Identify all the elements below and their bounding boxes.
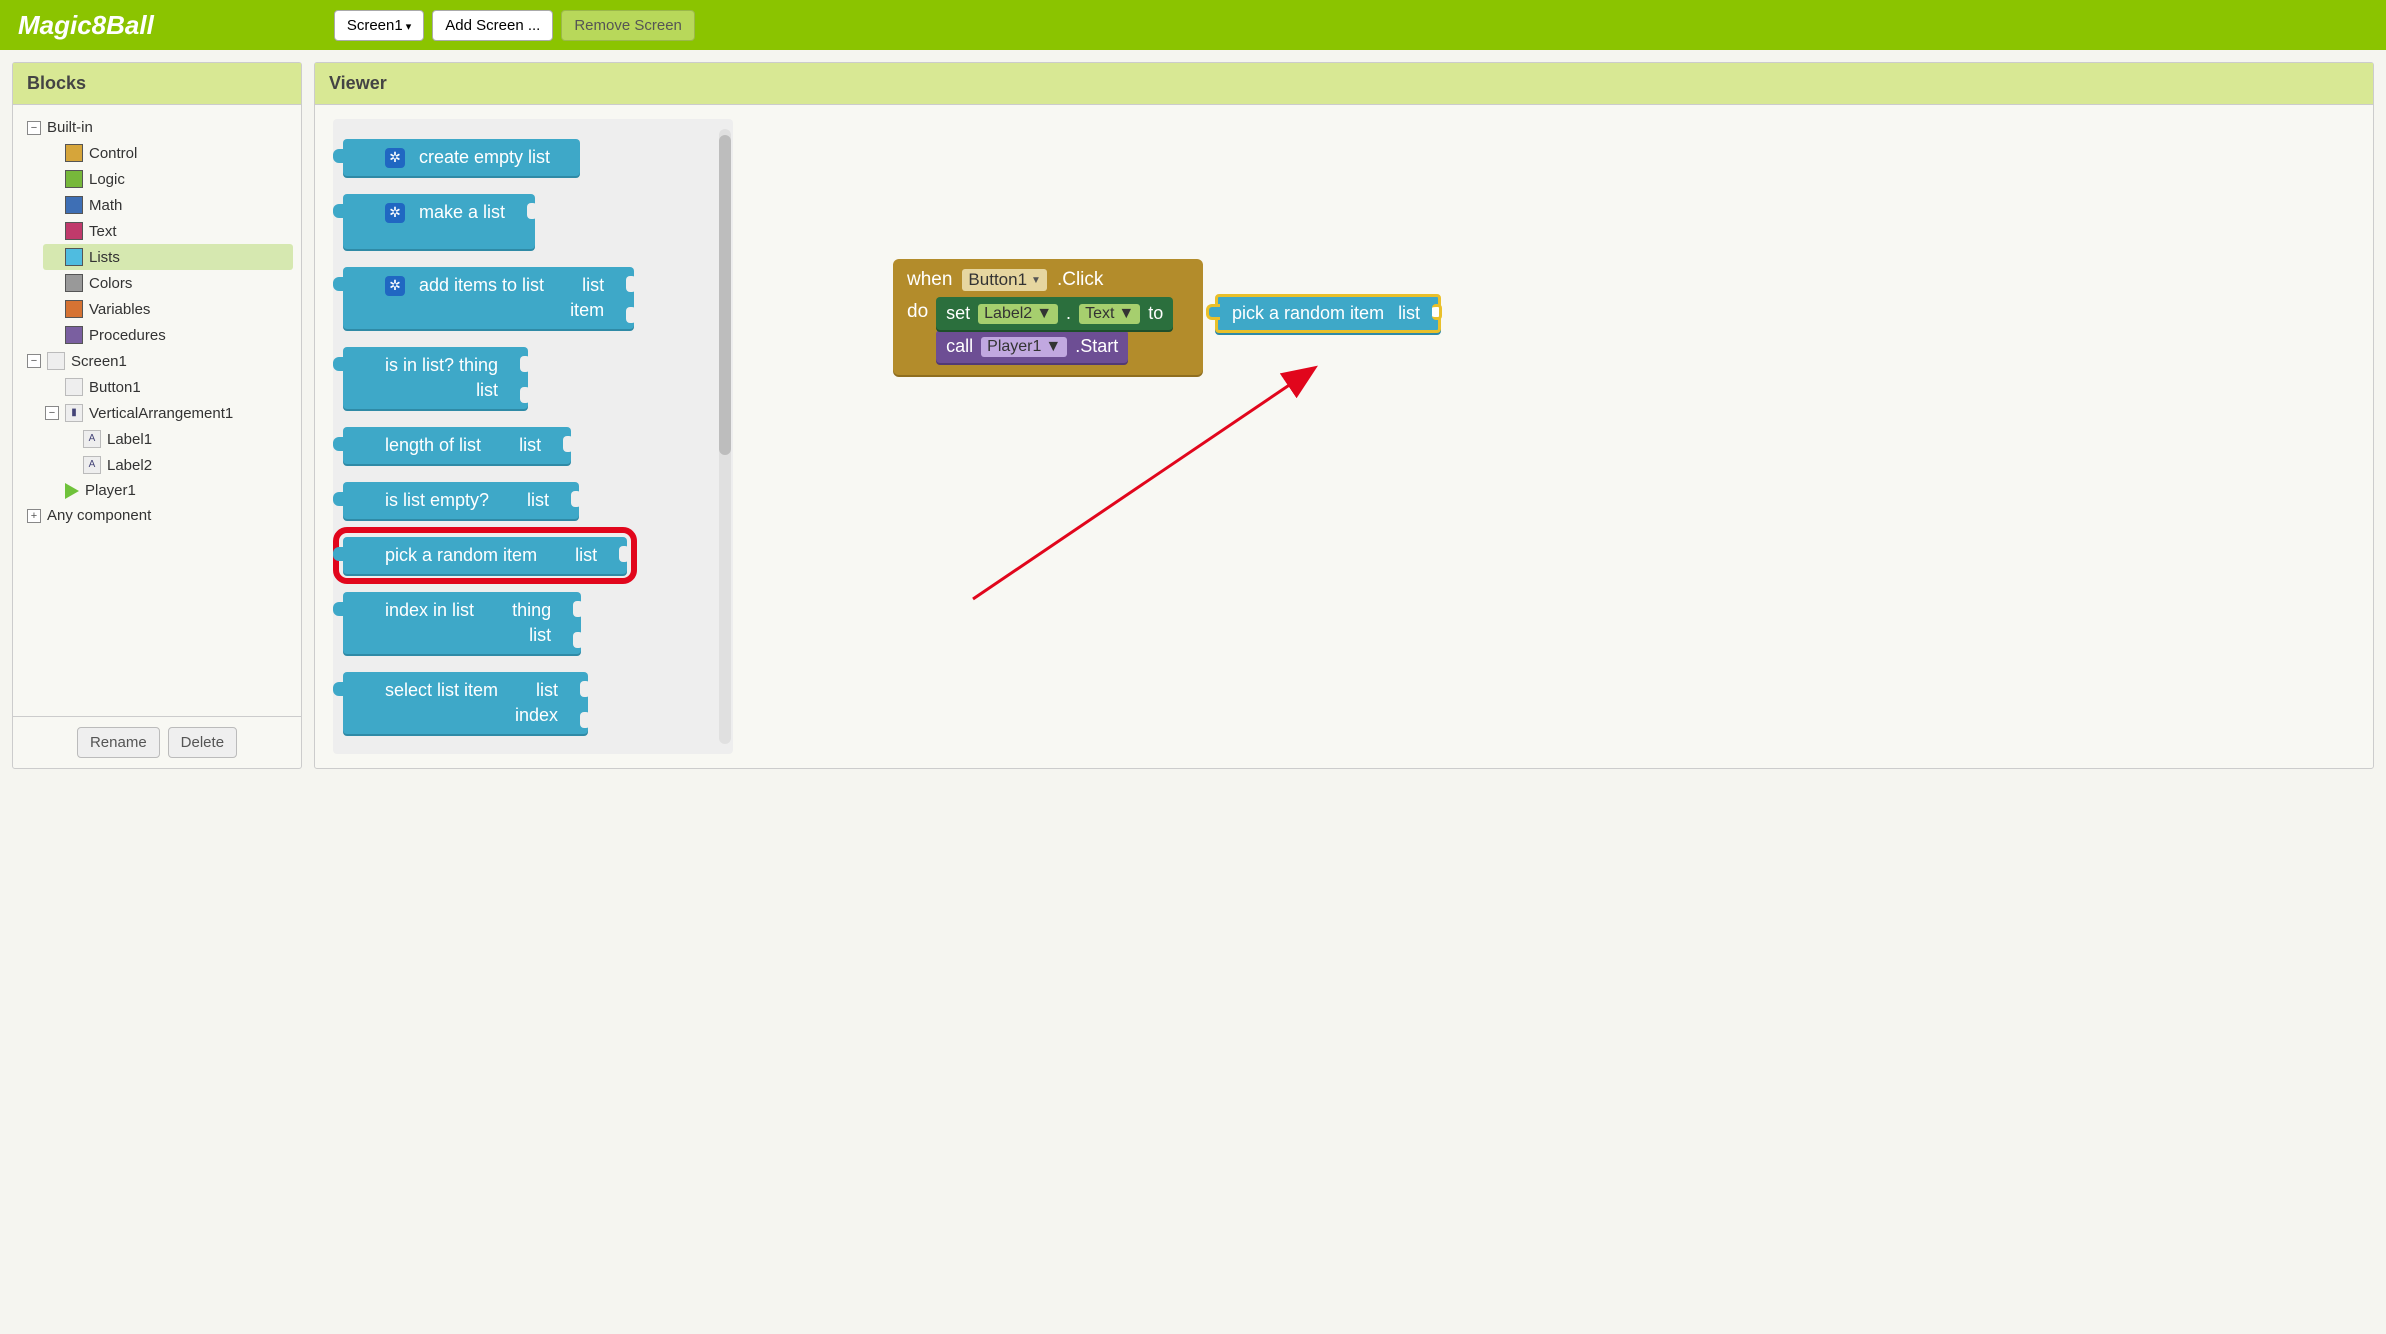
chevron-down-icon: ▼ [1036,305,1052,323]
block-index-in-list[interactable]: index in list thing list [343,592,581,654]
tree-vertical[interactable]: −▮VerticalArrangement1 [43,400,293,426]
component-dropdown[interactable]: Player1▼ [981,337,1067,357]
tree-lists[interactable]: Lists [43,244,293,270]
gear-icon[interactable] [385,203,405,223]
block-is-list-empty[interactable]: is list empty? list [343,482,579,519]
tree-colors[interactable]: Colors [43,270,293,296]
expander-icon[interactable]: + [27,509,41,523]
component-dropdown[interactable]: Label2▼ [978,304,1058,324]
button-icon [65,378,83,396]
block-select-list-item[interactable]: select list item list index [343,672,588,734]
chevron-down-icon: ▼ [1118,305,1134,323]
layout-icon: ▮ [65,404,83,422]
swatch-icon [65,144,83,162]
do-label: do [907,297,928,363]
app-title: Magic8Ball [18,10,154,41]
swatch-icon [65,248,83,266]
set-block[interactable]: set Label2▼ . Text▼ to [936,297,1173,330]
swatch-icon [65,300,83,318]
swatch-icon [65,274,83,292]
delete-button[interactable]: Delete [168,727,237,758]
viewer-panel: Viewer create empty list make a list add… [314,62,2374,769]
tree-procedures[interactable]: Procedures [43,322,293,348]
screen-icon [47,352,65,370]
tree-builtin[interactable]: − Built-in [25,115,293,140]
blocks-panel: Blocks − Built-in Control Logic Math Tex… [12,62,302,769]
expander-icon[interactable]: − [27,121,41,135]
block-pick-random-item[interactable]: pick a random item list [343,537,627,574]
block-add-items-to-list[interactable]: add items to list list item [343,267,634,329]
swatch-icon [65,222,83,240]
swatch-icon [65,326,83,344]
swatch-icon [65,196,83,214]
tree-logic[interactable]: Logic [43,166,293,192]
tree-label1[interactable]: ALabel1 [61,426,293,452]
tree-variables[interactable]: Variables [43,296,293,322]
blocks-header: Blocks [13,63,301,105]
viewer-header: Viewer [315,63,2373,105]
tree-math[interactable]: Math [43,192,293,218]
remove-screen-button[interactable]: Remove Screen [561,10,695,41]
call-block[interactable]: call Player1▼ .Start [936,330,1128,363]
add-screen-button[interactable]: Add Screen ... [432,10,553,41]
tree-control[interactable]: Control [43,140,293,166]
tree-label: Built-in [47,119,93,136]
label-icon: A [83,430,101,448]
block-create-empty-list[interactable]: create empty list [343,139,580,176]
expander-icon[interactable]: − [45,406,59,420]
chevron-down-icon: ▼ [1031,275,1041,286]
blocks-tree: − Built-in Control Logic Math Text Lists… [13,105,301,716]
swatch-icon [65,170,83,188]
tree-screen1[interactable]: − Screen1 [25,348,293,374]
block-is-in-list[interactable]: is in list? thing list [343,347,528,409]
tree-button1[interactable]: Button1 [43,374,293,400]
block-pick-random-item-attached[interactable]: pick a random item list [1215,294,1441,333]
scroll-thumb[interactable] [719,135,731,455]
main: Blocks − Built-in Control Logic Math Tex… [0,50,2386,781]
property-dropdown[interactable]: Text▼ [1079,304,1140,324]
event-block-when-button1-click[interactable]: when Button1▼ .Click do set Label2▼ . Te… [893,259,1203,375]
top-bar: Magic8Ball Screen1 Add Screen ... Remove… [0,0,2386,50]
rename-button[interactable]: Rename [77,727,160,758]
screen-dropdown[interactable]: Screen1 [334,10,424,41]
label-icon: A [83,456,101,474]
tree-any-component[interactable]: + Any component [25,503,293,528]
workspace[interactable]: when Button1▼ .Click do set Label2▼ . Te… [773,119,2355,754]
tree-player1[interactable]: Player1 [43,478,293,503]
viewer-body: create empty list make a list add items … [315,105,2373,768]
play-icon [65,483,79,499]
topbar-buttons: Screen1 Add Screen ... Remove Screen [334,10,695,41]
flyout-scrollbar[interactable] [719,129,731,744]
blocks-footer: Rename Delete [13,716,301,768]
gear-icon[interactable] [385,276,405,296]
tree-text[interactable]: Text [43,218,293,244]
component-dropdown[interactable]: Button1▼ [962,269,1047,291]
block-length-of-list[interactable]: length of list list [343,427,571,464]
chevron-down-icon: ▼ [1045,338,1061,356]
tree-label2[interactable]: ALabel2 [61,452,293,478]
block-make-a-list[interactable]: make a list [343,194,535,249]
annotation-arrow [773,119,2355,754]
gear-icon[interactable] [385,148,405,168]
expander-icon[interactable]: − [27,354,41,368]
block-flyout: create empty list make a list add items … [333,119,733,754]
